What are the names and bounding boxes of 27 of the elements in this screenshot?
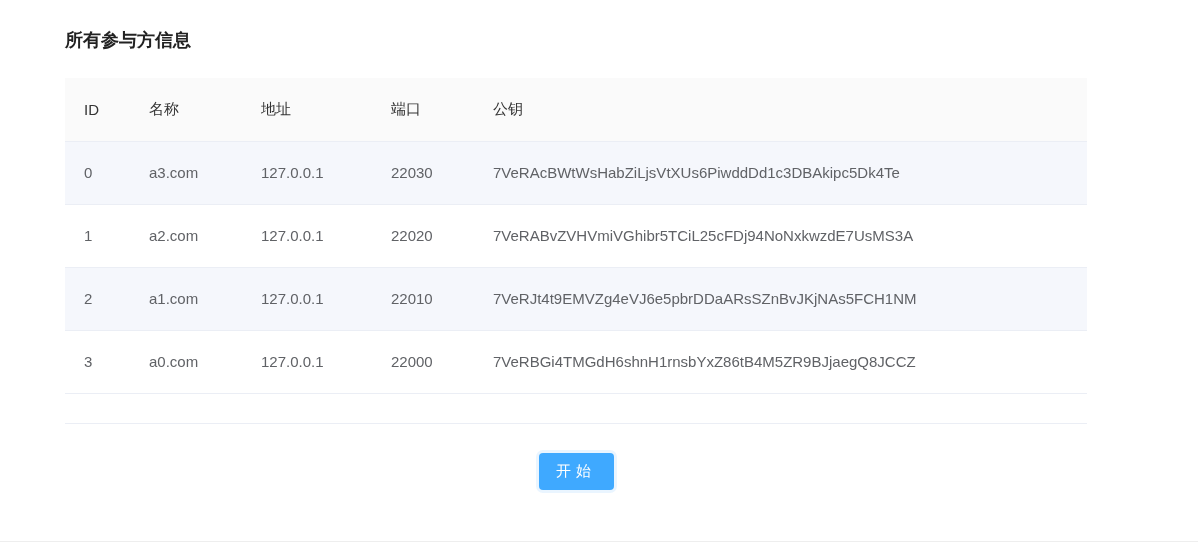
table-cell: a1.com (149, 290, 199, 307)
table-cell: 7VeRABvZVHVmiVGhibr5TCiL25cFDj94NoNxkwzdE7UsMS3A (493, 227, 914, 244)
column-header: ID (84, 100, 99, 118)
table-cell: 0 (84, 164, 93, 181)
table-cell: a3.com (149, 164, 199, 181)
table-cell: 127.0.0.1 (261, 164, 324, 181)
table-cell: 22030 (391, 164, 433, 181)
start-button[interactable]: 开始 (538, 452, 614, 490)
table-cell: 7VeRAcBWtWsHabZiLjsVtXUs6PiwddDd1c3DBAkipc5Dk4Te (493, 164, 900, 181)
table-cell: 127.0.0.1 (261, 290, 324, 307)
table-cell: 7VeRJt4t9EMVZg4eVJ6e5pbrDDaARsSZnBvJKjNAs5FCH1NM (493, 290, 917, 307)
table-cell: a0.com (149, 353, 199, 370)
table-cell: 22020 (391, 227, 433, 244)
table-cell: 127.0.0.1 (261, 227, 324, 244)
table-cell: 22000 (391, 353, 433, 370)
table-cell: a2.com (149, 227, 199, 244)
table-cell: 1 (84, 227, 93, 244)
column-header: 端口 (391, 99, 421, 117)
table-cell: 127.0.0.1 (261, 353, 324, 370)
column-header: 公钥 (493, 99, 523, 117)
column-header: 名称 (149, 99, 179, 117)
table-cell: 2 (84, 290, 93, 307)
section-title: 所有参与方信息 (65, 29, 192, 52)
table-cell: 7VeRBGi4TMGdH6shnH1rnsbYxZ86tB4M5ZR9BJjaegQ8JCCZ (493, 353, 916, 370)
table-cell: 3 (84, 353, 93, 370)
table-cell: 22010 (391, 290, 433, 307)
column-header: 地址 (261, 99, 291, 117)
